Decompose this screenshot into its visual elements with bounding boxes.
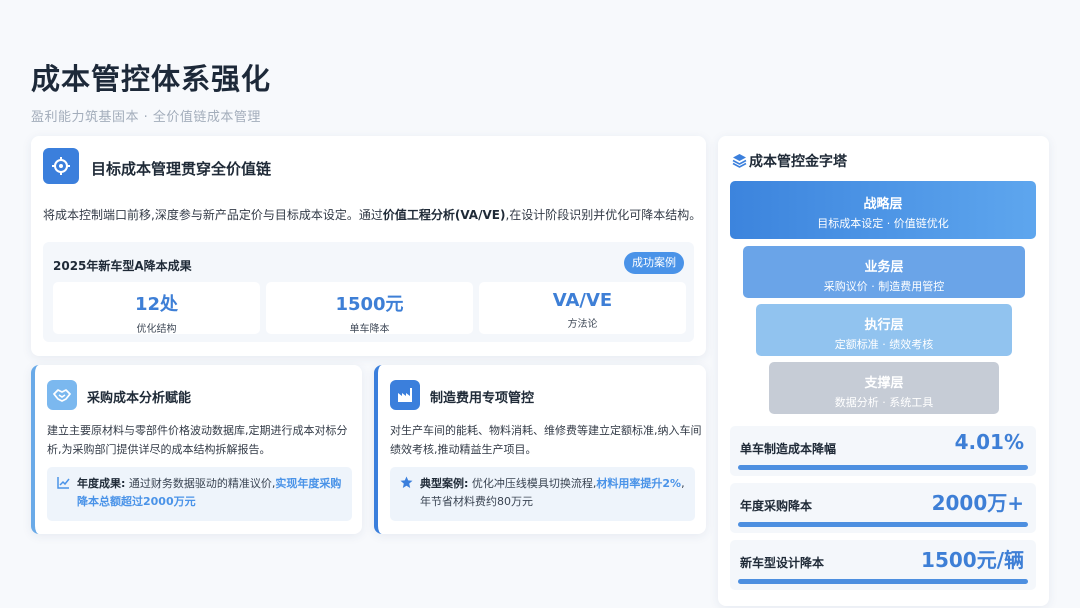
- pyramid-layer-business: 业务层 采购议价 · 制造费用管控: [743, 246, 1025, 298]
- metric-new-model-design: 新车型设计降本 1500元/辆: [730, 540, 1036, 590]
- result-box: 2025年新车型A降本成果 成功案例 12处 优化结构 1500元 单车降本 V…: [43, 242, 694, 342]
- metric-bar: [738, 465, 1028, 470]
- manufacturing-desc: 对生产车间的能耗、物料消耗、维修费等建立定额标准,纳入车间绩效考核,推动精益生产…: [390, 424, 702, 456]
- page-subtitle: 盈利能力筑基固本 · 全价值链成本管理: [31, 110, 261, 125]
- target-cost-desc: 将成本控制端口前移,深度参与新产品定价与目标成本设定。通过价值工程分析(VA/V…: [43, 208, 702, 222]
- procurement-title: 采购成本分析赋能: [87, 391, 192, 406]
- success-case-badge: 成功案例: [624, 252, 684, 274]
- metric-unit-manufacturing-cost: 单车制造成本降幅 4.01%: [730, 426, 1036, 476]
- manufacturing-card: 制造费用专项管控 对生产车间的能耗、物料消耗、维修费等建立定额标准,纳入车间绩效…: [374, 365, 706, 534]
- target-cost-card: 目标成本管理贯穿全价值链 将成本控制端口前移,深度参与新产品定价与目标成本设定。…: [31, 136, 706, 356]
- handshake-icon: [47, 380, 77, 410]
- stat-optimized-structures: 12处 优化结构: [53, 282, 260, 335]
- pyramid-layer-strategy: 战略层 目标成本设定 · 价值链优化: [730, 181, 1036, 239]
- procurement-annual-result: 年度成果: 通过财务数据驱动的精准议价,实现年度采购降本总额超过2000万元: [47, 467, 352, 521]
- cost-pyramid-card: 成本管控金字塔 战略层 目标成本设定 · 价值链优化 业务层 采购议价 · 制造…: [718, 136, 1049, 606]
- procurement-card: 采购成本分析赋能 建立主要原材料与零部件价格波动数据库,定期进行成本对标分析,为…: [31, 365, 362, 534]
- trend-chart-icon: [57, 476, 70, 495]
- stat-unit-cost-reduction: 1500元 单车降本: [266, 282, 473, 335]
- target-cost-title: 目标成本管理贯穿全价值链: [91, 160, 272, 178]
- pyramid-title: 成本管控金字塔: [749, 154, 847, 170]
- manufacturing-title: 制造费用专项管控: [430, 391, 535, 406]
- pyramid-layer-support: 支撑层 数据分析 · 系统工具: [769, 362, 999, 414]
- crosshair-icon: [43, 148, 79, 184]
- star-icon: [400, 476, 413, 495]
- page-title: 成本管控体系强化: [31, 62, 272, 96]
- procurement-desc: 建立主要原材料与零部件价格波动数据库,定期进行成本对标分析,为采购部门提供详尽的…: [47, 424, 348, 456]
- factory-icon: [390, 380, 420, 410]
- pyramid-layer-execution: 执行层 定额标准 · 绩效考核: [756, 304, 1012, 356]
- manufacturing-typical-case: 典型案例: 优化冲压线模具切换流程,材料用率提升2%,年节省材料费约80万元: [390, 467, 695, 521]
- layers-icon: [732, 153, 747, 172]
- metric-bar: [738, 522, 1028, 527]
- stat-methodology: VA/VE 方法论: [479, 282, 686, 334]
- metric-bar: [738, 579, 1028, 584]
- result-title: 2025年新车型A降本成果: [53, 259, 192, 273]
- metric-annual-procurement: 年度采购降本 2000万+: [730, 483, 1036, 533]
